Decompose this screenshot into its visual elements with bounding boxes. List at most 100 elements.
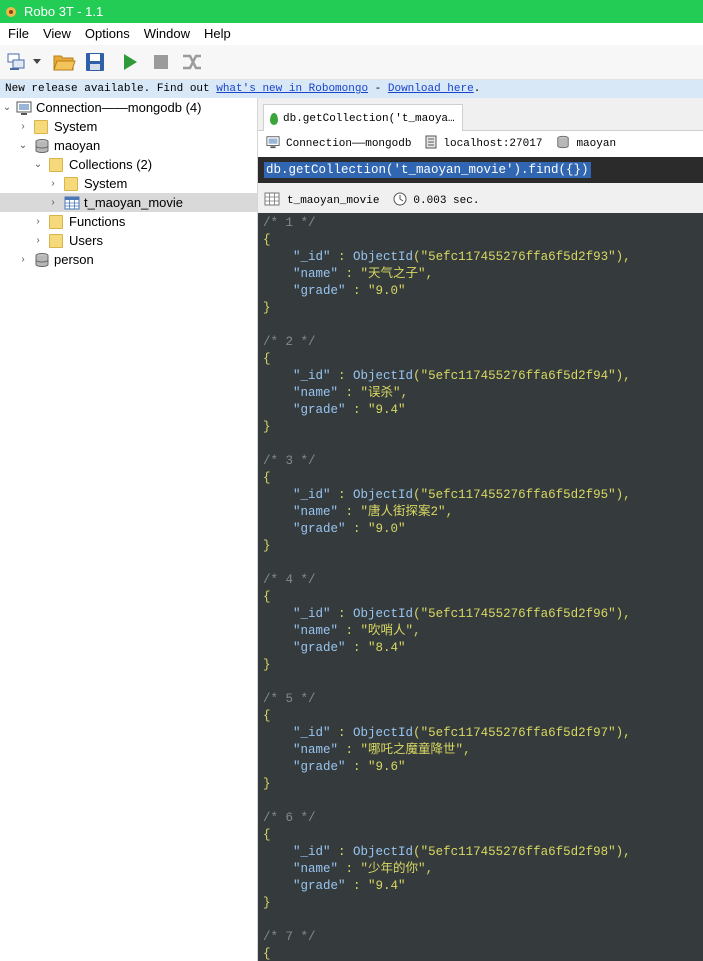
- save-icon: [86, 53, 104, 71]
- connect-dropdown[interactable]: [30, 49, 44, 75]
- menu-help[interactable]: Help: [197, 23, 238, 45]
- menu-window[interactable]: Window: [137, 23, 197, 45]
- result-document[interactable]: /* 2 */ { "_id" : ObjectId("5efc117455276…: [263, 334, 703, 436]
- colon: :: [338, 505, 361, 519]
- field-value: "9.6": [368, 760, 406, 774]
- document-header: /* 5 */: [263, 691, 703, 708]
- expand-icon[interactable]: ⌄: [18, 136, 28, 155]
- whats-new-link[interactable]: what's new in Robomongo: [216, 83, 368, 95]
- document-number: /* 2 */: [263, 335, 316, 349]
- document-open: {: [263, 351, 703, 368]
- folder-icon: [64, 176, 80, 192]
- expand-icon[interactable]: ⌄: [2, 98, 12, 117]
- menu-options[interactable]: Options: [78, 23, 137, 45]
- objectid-fn: ObjectId: [353, 607, 414, 621]
- folder-icon: [49, 157, 65, 173]
- network-icon: [7, 53, 25, 70]
- collapse-icon[interactable]: ›: [33, 212, 43, 231]
- colon: :: [345, 641, 369, 655]
- collapse-icon[interactable]: ›: [18, 250, 28, 269]
- tree-db-person[interactable]: › person: [0, 250, 257, 269]
- collapse-icon[interactable]: ›: [48, 174, 58, 193]
- tree-users[interactable]: › Users: [0, 231, 257, 250]
- field-key: "_id": [293, 250, 331, 264]
- collapse-icon[interactable]: ›: [33, 231, 43, 250]
- tree-collections[interactable]: ⌄ Collections (2): [0, 155, 257, 174]
- folder-icon: [49, 233, 65, 249]
- folder-open-icon: [53, 55, 76, 71]
- colon: :: [330, 369, 354, 383]
- collapse-icon[interactable]: ›: [48, 193, 58, 212]
- colon: :: [330, 726, 354, 740]
- field-value: ("5efc117455276ffa6f5d2f96"): [413, 607, 624, 621]
- table-icon: [64, 195, 80, 211]
- document-number: /* 4 */: [263, 573, 316, 587]
- open-brace: {: [263, 709, 271, 723]
- menu-file[interactable]: File: [0, 23, 36, 45]
- result-document[interactable]: /* 6 */ { "_id" : ObjectId("5efc117455276…: [263, 810, 703, 912]
- result-time: 0.003 sec.: [413, 195, 480, 207]
- field-id: "_id" : ObjectId("5efc117455276ffa6f5d2f…: [263, 725, 703, 742]
- tree-db-maoyan[interactable]: ⌄ maoyan: [0, 136, 257, 155]
- tree-system[interactable]: › System: [0, 117, 257, 136]
- database-icon: [34, 138, 50, 154]
- query-text[interactable]: db.getCollection('t_maoyan_movie').find(…: [264, 162, 591, 178]
- download-link[interactable]: Download here: [388, 83, 474, 95]
- connect-button[interactable]: [4, 49, 30, 75]
- connection-info-bar: Connection——mongodb localhost:27017 maoy…: [258, 131, 703, 157]
- field-key: "name": [293, 505, 339, 519]
- result-document[interactable]: /* 4 */ { "_id" : ObjectId("5efc117455276…: [263, 572, 703, 674]
- document-number: /* 1 */: [263, 216, 316, 230]
- open-brace: {: [263, 352, 271, 366]
- connection-name: Connection——mongodb: [286, 138, 412, 150]
- tree-connection[interactable]: ⌄ Connection——mongodb (4): [0, 98, 257, 117]
- notice-text: New release available. Find out: [5, 83, 217, 95]
- result-document[interactable]: /* 1 */ { "_id" : ObjectId("5efc117455276…: [263, 215, 703, 317]
- menu-view[interactable]: View: [36, 23, 78, 45]
- colon: :: [345, 284, 369, 298]
- comma: ,: [463, 743, 471, 757]
- tree-label: Collections (2): [69, 157, 153, 172]
- query-editor[interactable]: db.getCollection('t_maoyan_movie').find(…: [258, 157, 703, 183]
- objectid-fn: ObjectId: [353, 845, 414, 859]
- query-tab[interactable]: db.getCollection('t_maoya…: [263, 104, 463, 132]
- open-button[interactable]: [51, 49, 77, 75]
- field-name: "name" : "哪吒之魔童降世",: [263, 742, 703, 759]
- field-value: "9.0": [368, 284, 406, 298]
- execute-button[interactable]: [117, 49, 143, 75]
- document-open: {: [263, 827, 703, 844]
- objectid-fn: ObjectId: [353, 726, 414, 740]
- stop-button[interactable]: [148, 49, 174, 75]
- document-open: {: [263, 232, 703, 249]
- comma: ,: [623, 845, 631, 859]
- tree-label: System: [54, 119, 98, 134]
- tree-collections-system[interactable]: › System: [0, 174, 257, 193]
- comma: ,: [425, 862, 434, 876]
- computer-icon: [266, 135, 280, 153]
- orient-button[interactable]: [179, 49, 205, 75]
- results-view[interactable]: /* 1 */{ "_id" : ObjectId("5efc117455276…: [258, 213, 703, 961]
- field-grade: "grade" : "9.6": [263, 759, 703, 776]
- save-button[interactable]: [82, 49, 108, 75]
- chevron-down-icon: [33, 59, 41, 64]
- close-brace: }: [263, 896, 271, 910]
- colon: :: [345, 760, 369, 774]
- result-document[interactable]: /* 5 */ { "_id" : ObjectId("5efc117455276…: [263, 691, 703, 793]
- colon: :: [338, 624, 361, 638]
- field-name: "name" : "少年的你",: [263, 861, 703, 878]
- expand-icon[interactable]: ⌄: [33, 155, 43, 174]
- tree-collection-movie[interactable]: › t_maoyan_movie: [0, 193, 257, 212]
- notice-separator: -: [368, 83, 388, 95]
- host-info: localhost:27017: [425, 135, 542, 153]
- result-document[interactable]: /* 3 */ { "_id" : ObjectId("5efc117455276…: [263, 453, 703, 555]
- result-document[interactable]: /* 7 */ {: [263, 929, 703, 961]
- collapse-icon[interactable]: ›: [18, 117, 28, 136]
- field-key: "name": [293, 624, 339, 638]
- document-open: {: [263, 708, 703, 725]
- colon: :: [330, 607, 354, 621]
- tree-label: t_maoyan_movie: [84, 195, 183, 210]
- tree-functions[interactable]: › Functions: [0, 212, 257, 231]
- field-value: "少年的你": [360, 862, 426, 876]
- db-name: maoyan: [576, 138, 617, 150]
- field-grade: "grade" : "9.0": [263, 521, 703, 538]
